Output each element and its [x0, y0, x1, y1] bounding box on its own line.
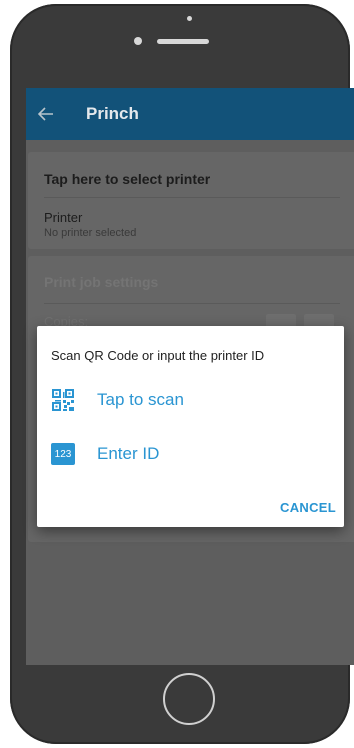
dialog-title: Scan QR Code or input the printer ID — [51, 348, 265, 363]
enter-id-option[interactable]: 123 Enter ID — [51, 442, 159, 466]
printer-status: No printer selected — [44, 227, 137, 239]
home-button[interactable] — [163, 673, 215, 725]
select-printer-card[interactable]: Tap here to select printer Printer No pr… — [28, 152, 354, 249]
speaker-grille — [157, 39, 209, 44]
arrow-left-icon[interactable] — [38, 105, 56, 123]
id-badge-text: 123 — [51, 443, 75, 465]
divider — [44, 197, 340, 198]
select-printer-title: Tap here to select printer — [44, 171, 211, 187]
numeric-123-icon: 123 — [51, 442, 75, 466]
print-job-settings-title: Print job settings — [44, 274, 159, 290]
printer-label: Printer — [44, 210, 83, 225]
divider — [44, 303, 340, 304]
stage: Princh Tap here to select printer Printe… — [0, 0, 354, 748]
tap-to-scan-option[interactable]: Tap to scan — [51, 388, 184, 412]
scan-dialog: Scan QR Code or input the printer ID Tap… — [37, 326, 344, 527]
qr-code-icon — [51, 388, 75, 412]
cancel-button[interactable]: CANCEL — [280, 500, 336, 515]
front-camera-icon — [187, 16, 192, 21]
app-bar: Princh — [26, 88, 354, 140]
camera-icon — [134, 37, 142, 45]
tap-to-scan-label: Tap to scan — [97, 390, 184, 409]
enter-id-label: Enter ID — [97, 444, 160, 463]
app-title: Princh — [86, 104, 139, 123]
